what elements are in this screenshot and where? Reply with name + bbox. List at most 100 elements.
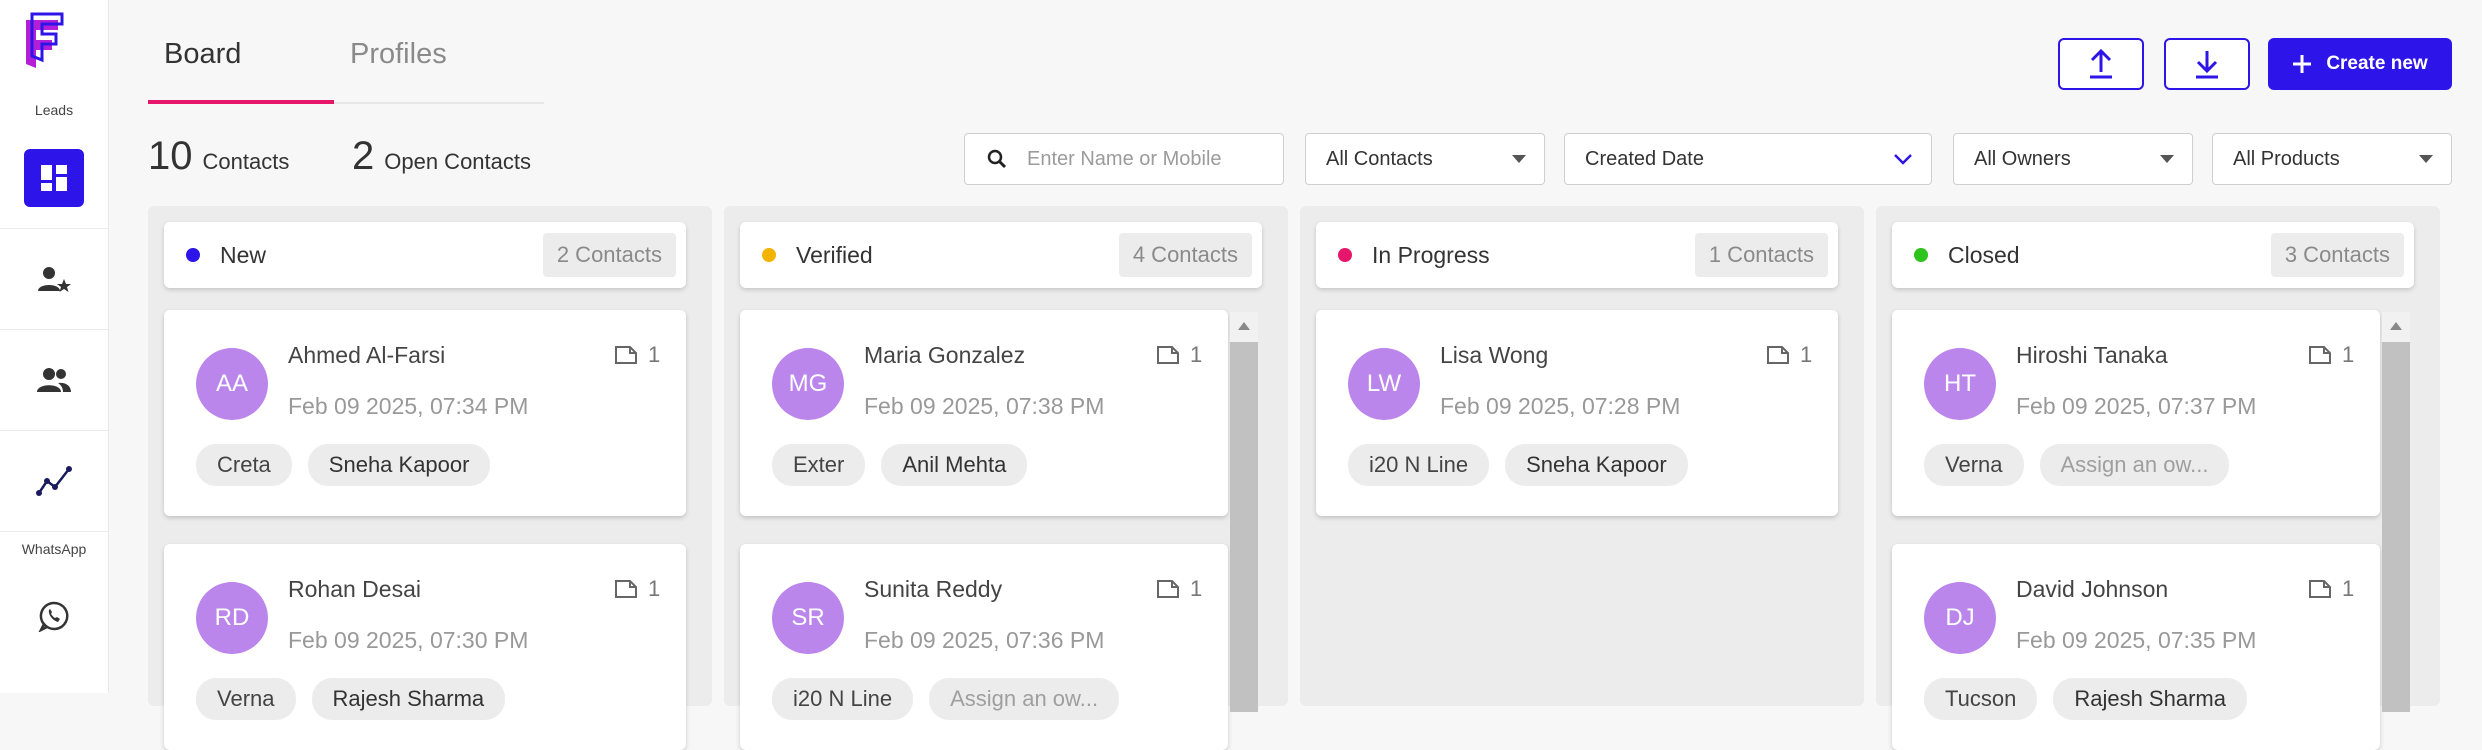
contact-card[interactable]: LW Lisa Wong Feb 09 2025, 07:28 PM 1 i20… bbox=[1316, 310, 1838, 516]
whatsapp-label: WhatsApp bbox=[21, 541, 87, 557]
owner-chip[interactable]: Sneha Kapoor bbox=[307, 444, 491, 486]
sidebar-item-contacts[interactable] bbox=[0, 229, 108, 330]
avatar: HT bbox=[1924, 348, 1996, 420]
notes-count[interactable]: 1 bbox=[2308, 342, 2354, 368]
board-column-verified: Verified 4 Contacts MG Maria Gonzalez Fe… bbox=[724, 206, 1288, 750]
column-scrollbar[interactable] bbox=[1230, 312, 1258, 712]
notes-count-value: 1 bbox=[2342, 576, 2355, 601]
notes-count[interactable]: 1 bbox=[614, 576, 660, 602]
notes-count-value: 1 bbox=[1190, 576, 1203, 601]
owners-filter-select[interactable]: All Owners bbox=[1953, 133, 2193, 185]
avatar: MG bbox=[772, 348, 844, 420]
note-icon bbox=[2308, 579, 2332, 599]
column-scrollbar[interactable] bbox=[2382, 312, 2410, 712]
contact-card[interactable]: HT Hiroshi Tanaka Feb 09 2025, 07:37 PM … bbox=[1892, 310, 2380, 516]
upload-button[interactable] bbox=[2058, 38, 2144, 90]
create-new-button[interactable]: Create new bbox=[2268, 38, 2452, 90]
create-new-label: Create new bbox=[2326, 53, 2428, 74]
scroll-up-arrow[interactable] bbox=[2390, 322, 2402, 330]
notes-count[interactable]: 1 bbox=[1156, 576, 1202, 602]
owner-chip[interactable]: Sneha Kapoor bbox=[1505, 444, 1688, 486]
owners-filter-value: All Owners bbox=[1974, 147, 2071, 170]
card-tags: Tucson Rajesh Sharma bbox=[1924, 678, 2247, 720]
notes-count-value: 1 bbox=[1190, 342, 1203, 367]
scroll-up-arrow[interactable] bbox=[1238, 322, 1250, 330]
contacts-count-label: Contacts bbox=[202, 149, 290, 174]
card-tags: i20 N Line Sneha Kapoor bbox=[1348, 444, 1688, 486]
plus-icon bbox=[2292, 54, 2312, 74]
contacts-filter-select[interactable]: All Contacts bbox=[1305, 133, 1545, 185]
view-tabs: Board Profiles bbox=[148, 28, 544, 104]
board-column-in-progress: In Progress 1 Contacts LW Lisa Wong Feb … bbox=[1300, 206, 1864, 706]
assign-owner-chip[interactable]: Assign an ow... bbox=[2039, 444, 2230, 486]
contact-card[interactable]: RD Rohan Desai Feb 09 2025, 07:30 PM 1 V… bbox=[164, 544, 686, 750]
dashboard-icon bbox=[39, 163, 69, 193]
contact-name: Rohan Desai bbox=[288, 576, 421, 602]
analytics-icon bbox=[36, 465, 72, 497]
contact-date: Feb 09 2025, 07:34 PM bbox=[288, 393, 529, 419]
download-icon bbox=[2193, 48, 2221, 80]
contact-name: Maria Gonzalez bbox=[864, 342, 1026, 368]
search-input[interactable] bbox=[1025, 146, 1269, 172]
status-dot bbox=[762, 248, 776, 262]
card-tags: Verna Assign an ow... bbox=[1924, 444, 2230, 486]
status-dot bbox=[186, 248, 200, 262]
contact-card[interactable]: AA Ahmed Al-Farsi Feb 09 2025, 07:34 PM … bbox=[164, 310, 686, 516]
open-contacts-count: 2 Open Contacts bbox=[352, 134, 531, 179]
contacts-filter-value: All Contacts bbox=[1326, 147, 1433, 170]
caret-down-icon bbox=[1512, 155, 1526, 163]
column-title: Closed bbox=[1948, 241, 2020, 268]
contact-card[interactable]: MG Maria Gonzalez Feb 09 2025, 07:38 PM … bbox=[740, 310, 1228, 516]
sidebar-item-team[interactable] bbox=[0, 330, 108, 431]
sidebar-item-analytics[interactable] bbox=[0, 431, 108, 532]
tab-board[interactable]: Board bbox=[164, 38, 241, 71]
status-dot bbox=[1338, 248, 1352, 262]
contact-card[interactable]: SR Sunita Reddy Feb 09 2025, 07:36 PM 1 … bbox=[740, 544, 1228, 750]
active-tab-indicator bbox=[148, 100, 334, 104]
avatar: DJ bbox=[1924, 582, 1996, 654]
column-title: In Progress bbox=[1372, 241, 1490, 268]
sidebar-item-whatsapp[interactable] bbox=[0, 566, 108, 666]
card-tags: Verna Rajesh Sharma bbox=[196, 678, 506, 720]
note-icon bbox=[1156, 579, 1180, 599]
contacts-count: 10 Contacts bbox=[148, 134, 289, 179]
note-icon bbox=[2308, 345, 2332, 365]
notes-count-value: 1 bbox=[648, 576, 661, 601]
product-chip: i20 N Line bbox=[772, 678, 914, 720]
contact-date: Feb 09 2025, 07:38 PM bbox=[864, 393, 1105, 419]
notes-count[interactable]: 1 bbox=[614, 342, 660, 368]
notes-count[interactable]: 1 bbox=[1156, 342, 1202, 368]
avatar: RD bbox=[196, 582, 268, 654]
app-logo[interactable] bbox=[18, 12, 66, 72]
product-chip: Creta bbox=[196, 444, 292, 486]
assign-owner-chip[interactable]: Assign an ow... bbox=[929, 678, 1120, 720]
notes-count[interactable]: 1 bbox=[1766, 342, 1812, 368]
date-filter-select[interactable]: Created Date bbox=[1564, 133, 1932, 185]
scrollbar-thumb[interactable] bbox=[1230, 342, 1258, 712]
products-filter-select[interactable]: All Products bbox=[2212, 133, 2452, 185]
note-icon bbox=[614, 579, 638, 599]
owner-chip[interactable]: Rajesh Sharma bbox=[311, 678, 506, 720]
owner-chip[interactable]: Rajesh Sharma bbox=[2053, 678, 2247, 720]
column-title: New bbox=[220, 241, 267, 268]
scrollbar-thumb[interactable] bbox=[2382, 342, 2410, 712]
search-icon bbox=[987, 149, 1007, 169]
column-count-badge: 3 Contacts bbox=[2270, 233, 2404, 277]
contact-card[interactable]: DJ David Johnson Feb 09 2025, 07:35 PM 1… bbox=[1892, 544, 2380, 750]
column-count-badge: 4 Contacts bbox=[1118, 233, 1252, 277]
owner-chip[interactable]: Anil Mehta bbox=[881, 444, 1028, 486]
column-header: In Progress 1 Contacts bbox=[1316, 222, 1838, 288]
contacts-count-number: 10 bbox=[148, 134, 193, 178]
download-button[interactable] bbox=[2164, 38, 2250, 90]
contact-name: Lisa Wong bbox=[1440, 342, 1549, 368]
upload-icon bbox=[2087, 48, 2115, 80]
board-column-closed: Closed 3 Contacts HT Hiroshi Tanaka Feb … bbox=[1876, 206, 2440, 750]
open-contacts-label: Open Contacts bbox=[384, 149, 531, 174]
sidebar-item-dashboard[interactable] bbox=[0, 128, 108, 229]
column-header: New 2 Contacts bbox=[164, 222, 686, 288]
column-header: Verified 4 Contacts bbox=[740, 222, 1262, 288]
status-dot bbox=[1914, 248, 1928, 262]
notes-count[interactable]: 1 bbox=[2308, 576, 2354, 602]
tab-profiles[interactable]: Profiles bbox=[350, 38, 447, 71]
avatar: AA bbox=[196, 348, 268, 420]
